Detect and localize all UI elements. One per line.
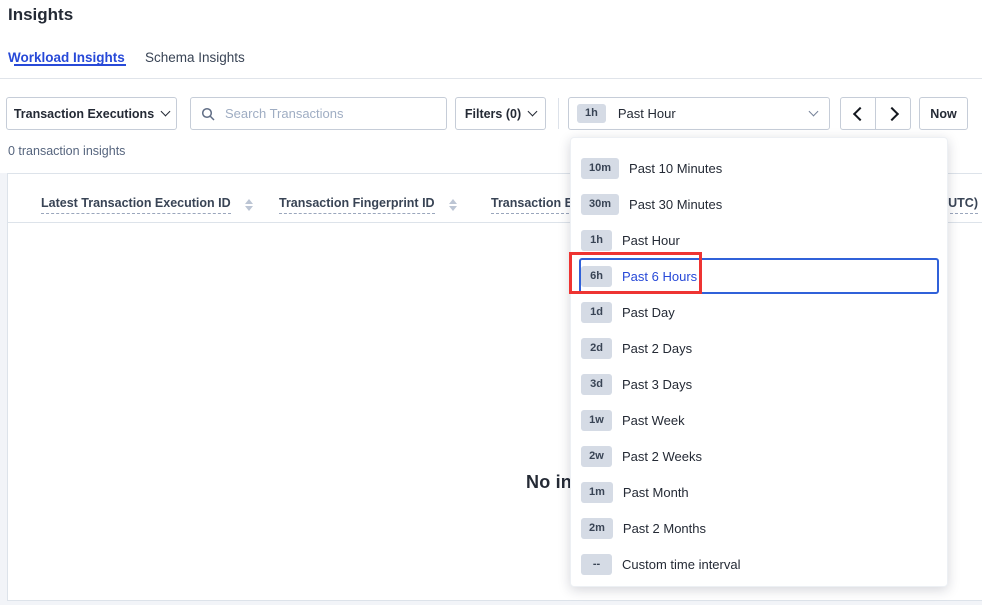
next-interval-button[interactable] (875, 97, 911, 130)
time-option-badge: 6h (581, 266, 612, 287)
search-icon (201, 107, 215, 121)
time-option-badge: 10m (581, 158, 619, 179)
column-header-fingerprint-id[interactable]: Transaction Fingerprint ID (279, 196, 457, 214)
time-option-past-10-minutes[interactable]: 10m Past 10 Minutes (579, 150, 939, 186)
time-pager (840, 97, 911, 130)
filters-button[interactable]: Filters (0) (455, 97, 546, 130)
time-option-badge: 1h (581, 230, 612, 251)
time-option-badge: 30m (581, 194, 619, 215)
tab-schema-insights[interactable]: Schema Insights (145, 50, 245, 65)
time-interval-badge: 1h (577, 104, 606, 123)
time-option-badge: -- (581, 554, 612, 575)
time-interval-dropdown: 10m Past 10 Minutes 30m Past 30 Minutes … (570, 137, 948, 587)
now-button[interactable]: Now (919, 97, 968, 130)
time-option-past-2-weeks[interactable]: 2w Past 2 Weeks (579, 438, 939, 474)
toolbar-divider (558, 98, 559, 129)
filters-label: Filters (0) (465, 107, 521, 121)
tab-workload-label: Workload Insights (8, 50, 125, 65)
sort-icon[interactable] (449, 199, 457, 211)
time-option-badge: 1m (581, 482, 613, 503)
time-interval-select[interactable]: 1h Past Hour (568, 97, 830, 130)
workload-type-label: Transaction Executions (14, 107, 154, 121)
time-option-badge: 3d (581, 374, 612, 395)
time-option-past-month[interactable]: 1m Past Month (579, 474, 939, 510)
time-option-past-week[interactable]: 1w Past Week (579, 402, 939, 438)
chevron-right-icon (884, 106, 898, 120)
time-option-past-day[interactable]: 1d Past Day (579, 294, 939, 330)
insights-page: Insights Workload Insights Schema Insigh… (0, 0, 982, 605)
time-option-badge: 2w (581, 446, 612, 467)
chevron-left-icon (852, 106, 866, 120)
time-option-badge: 2d (581, 338, 612, 359)
page-title: Insights (8, 5, 73, 25)
page-gutter (0, 173, 7, 601)
search-input[interactable] (223, 105, 436, 122)
time-option-past-hour[interactable]: 1h Past Hour (579, 222, 939, 258)
now-label: Now (930, 107, 956, 121)
insights-count: 0 transaction insights (8, 144, 125, 158)
time-option-past-30-minutes[interactable]: 30m Past 30 Minutes (579, 186, 939, 222)
chevron-down-icon (809, 107, 819, 117)
active-tab-underline (14, 64, 126, 66)
search-box[interactable] (190, 97, 447, 130)
column-header-latest-execution-id[interactable]: Latest Transaction Execution ID (41, 196, 253, 214)
time-interval-value: Past Hour (618, 106, 798, 121)
time-option-custom-interval[interactable]: -- Custom time interval (579, 546, 939, 582)
workload-type-select[interactable]: Transaction Executions (6, 97, 177, 130)
time-option-past-3-days[interactable]: 3d Past 3 Days (579, 366, 939, 402)
time-option-past-2-months[interactable]: 2m Past 2 Months (579, 510, 939, 546)
tab-workload-insights[interactable]: Workload Insights (8, 50, 125, 65)
time-option-badge: 2m (581, 518, 613, 539)
time-option-past-2-days[interactable]: 2d Past 2 Days (579, 330, 939, 366)
previous-interval-button[interactable] (840, 97, 876, 130)
time-option-badge: 1d (581, 302, 612, 323)
tab-bar: Workload Insights Schema Insights (0, 46, 982, 79)
page-gutter-bottom (0, 601, 982, 605)
time-option-badge: 1w (581, 410, 612, 431)
sort-icon[interactable] (245, 199, 253, 211)
chevron-down-icon (161, 107, 171, 117)
tab-schema-label: Schema Insights (145, 50, 245, 65)
time-option-past-6-hours[interactable]: 6h Past 6 Hours (579, 258, 939, 294)
chevron-down-icon (528, 107, 538, 117)
